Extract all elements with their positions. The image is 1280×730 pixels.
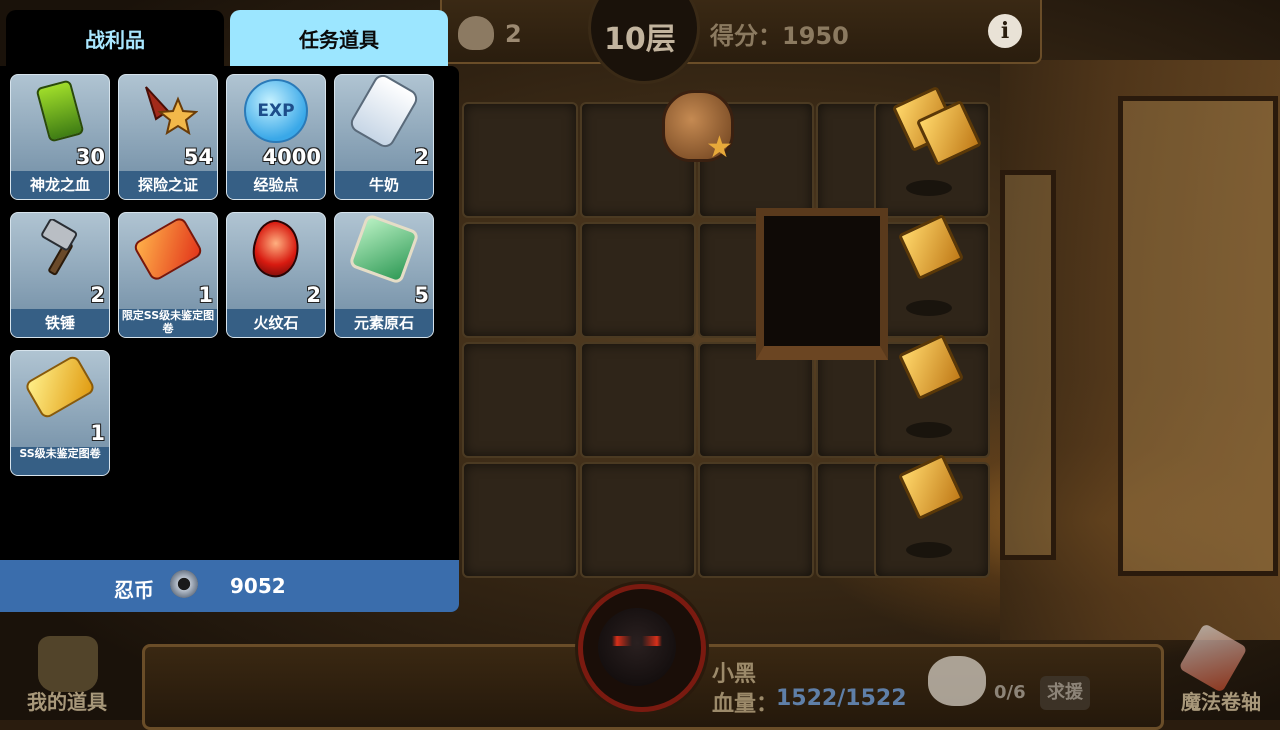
item-name: 经验点 <box>253 176 299 194</box>
item-card-milk[interactable]: 2 牛奶 <box>334 74 434 200</box>
dragon-blood-icon <box>35 79 85 143</box>
item-count: 54 <box>183 145 213 169</box>
item-name: 限定SS级未鉴定图卷 <box>121 309 215 335</box>
item-name: 神龙之血 <box>29 176 90 194</box>
item-card-hammer[interactable]: 2 铁锤 <box>10 212 110 338</box>
star-icon: ★ <box>706 130 733 165</box>
board-tile[interactable] <box>462 102 578 218</box>
request-help-button[interactable]: 求援 <box>1040 676 1090 710</box>
hero-name: 小黑 <box>712 662 757 687</box>
board-tile[interactable] <box>698 462 814 578</box>
item-count: 4000 <box>262 145 321 169</box>
dungeon-board <box>462 102 992 582</box>
hammer-icon <box>41 219 78 276</box>
item-card-element-ore[interactable]: 5 元素原石 <box>334 212 434 338</box>
item-card-limited-ss-scroll[interactable]: 1 限定SS级未鉴定图卷 <box>118 212 218 338</box>
item-name: 火纹石 <box>253 314 299 332</box>
board-tile[interactable] <box>462 222 578 338</box>
fire-stone-icon <box>244 214 308 284</box>
item-count: 2 <box>90 283 105 307</box>
shoji-panel <box>1000 170 1056 560</box>
item-count: 2 <box>306 283 321 307</box>
item-count: 30 <box>75 145 105 169</box>
exp-orb-icon: EXP <box>244 79 308 143</box>
hp-label: 血量： <box>712 692 779 717</box>
item-name: 探险之证 <box>137 176 198 194</box>
tile-shadow <box>906 542 952 558</box>
item-card-expedition-proof[interactable]: 54 探险之证 <box>118 74 218 200</box>
milk-bottle-icon <box>347 75 421 151</box>
item-card-fire-stone[interactable]: 2 火纹石 <box>226 212 326 338</box>
board-tile[interactable] <box>580 222 696 338</box>
ninja-coin-icon <box>170 570 198 598</box>
item-count: 1 <box>90 421 105 445</box>
item-name: 铁锤 <box>44 314 75 332</box>
item-count: 1 <box>198 283 213 307</box>
tile-shadow <box>906 180 952 196</box>
item-name: SS级未鉴定图卷 <box>19 447 101 460</box>
element-ore-icon <box>348 213 420 285</box>
rice-ball-icon <box>458 16 494 50</box>
medal-icon <box>145 86 198 136</box>
item-card-ss-scroll[interactable]: 1 SS级未鉴定图卷 <box>10 350 110 476</box>
tab-loot[interactable]: 战利品 <box>6 10 224 66</box>
shoji-door <box>1118 96 1278 576</box>
scroll-icon <box>1178 622 1248 694</box>
item-card-dragon-blood[interactable]: 30 神龙之血 <box>10 74 110 200</box>
hp-value: 1522/1522 <box>776 686 907 711</box>
board-tile[interactable] <box>462 342 578 458</box>
hero-avatar[interactable] <box>598 608 676 686</box>
item-count: 5 <box>414 283 429 307</box>
item-count: 2 <box>414 145 429 169</box>
inventory-panel: 30 神龙之血 54 探险之证 EXP 4000 经验点 2 牛奶 2 铁锤 1… <box>0 66 459 612</box>
helper-count: 0/6 <box>994 682 1026 703</box>
floor-label: 10层 <box>604 22 676 57</box>
stairs-doorway[interactable] <box>756 208 888 360</box>
item-name: 元素原石 <box>353 314 414 332</box>
rice-ball-count: 2 <box>505 20 522 48</box>
gold-scroll-icon <box>23 353 97 421</box>
tile-shadow <box>906 422 952 438</box>
cat-helper-icon <box>928 656 986 706</box>
tab-quest-items[interactable]: 任务道具 <box>230 10 448 66</box>
tile-shadow <box>906 300 952 316</box>
board-tile[interactable] <box>580 462 696 578</box>
board-tile[interactable] <box>462 462 578 578</box>
red-scroll-icon <box>131 215 205 283</box>
magic-scroll-label: 魔法卷轴 <box>1181 690 1261 714</box>
item-card-exp[interactable]: EXP 4000 经验点 <box>226 74 326 200</box>
info-icon[interactable]: i <box>988 14 1022 48</box>
board-tile[interactable] <box>580 342 696 458</box>
currency-label: 忍币 <box>114 578 154 602</box>
my-items-label: 我的道具 <box>27 690 107 714</box>
backpack-icon <box>38 636 98 692</box>
item-name: 牛奶 <box>368 176 399 194</box>
score-label: 得分：1950 <box>710 22 849 50</box>
currency-value: 9052 <box>230 574 286 598</box>
hero-eyes <box>612 636 662 646</box>
